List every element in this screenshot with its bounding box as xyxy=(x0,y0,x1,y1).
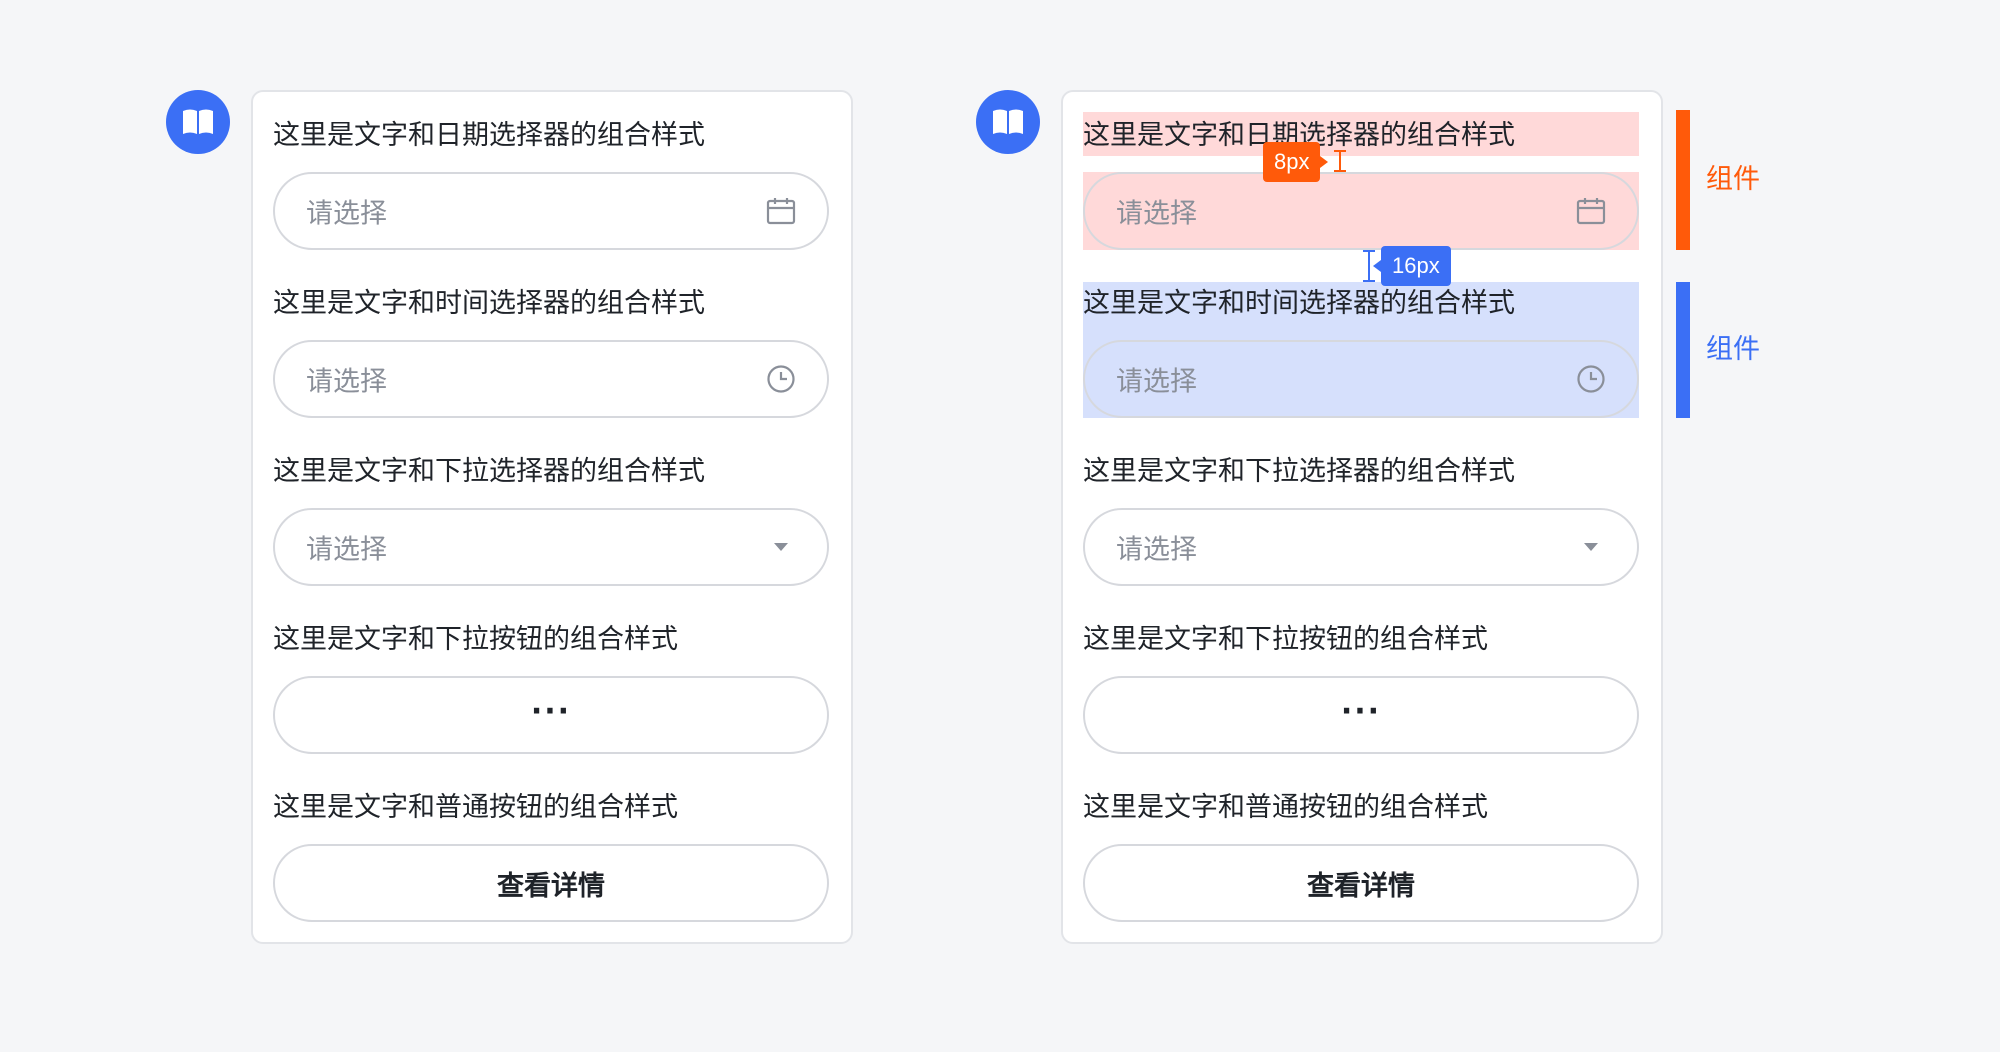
component-label-orange: 组件 xyxy=(1706,164,1760,195)
dropdown-select-placeholder: 请选择 xyxy=(1116,534,1197,566)
time-picker-field[interactable]: 请选择 xyxy=(1083,340,1639,418)
group-label-normal-button: 这里是文字和普通按钮的组合样式 xyxy=(1083,792,1488,823)
book-icon xyxy=(183,109,213,134)
view-details-label: 查看详情 xyxy=(497,870,605,902)
date-picker-field[interactable]: 请选择 xyxy=(1083,172,1639,250)
calendar-icon xyxy=(765,195,797,227)
avatar-book-right xyxy=(976,90,1040,154)
group-label-dropdown-button: 这里是文字和下拉按钮的组合样式 xyxy=(1083,624,1488,655)
caret-down-icon xyxy=(1575,531,1607,563)
spacing-measure-8px xyxy=(1334,150,1346,172)
group-label-dropdown-select: 这里是文字和下拉选择器的组合样式 xyxy=(1083,456,1515,487)
spacing-tag-16px: 16px xyxy=(1373,246,1451,286)
time-picker-placeholder: 请选择 xyxy=(1116,366,1197,398)
date-picker-field[interactable]: 请选择 xyxy=(273,172,829,250)
group-label-dropdown-select: 这里是文字和下拉选择器的组合样式 xyxy=(273,456,705,487)
dropdown-select-field[interactable]: 请选择 xyxy=(273,508,829,586)
form-card-left: 这里是文字和日期选择器的组合样式 请选择 这里是文字和时间选择器的组合样式 请选… xyxy=(251,90,853,944)
group-label-time: 这里是文字和时间选择器的组合样式 xyxy=(273,288,705,319)
component-bar-blue xyxy=(1676,282,1690,418)
time-picker-field[interactable]: 请选择 xyxy=(273,340,829,418)
book-icon xyxy=(993,109,1023,134)
group-label-date: 这里是文字和日期选择器的组合样式 xyxy=(273,120,705,151)
view-details-button[interactable]: 查看详情 xyxy=(1083,844,1639,922)
view-details-label: 查看详情 xyxy=(1307,870,1415,902)
component-bar-orange xyxy=(1676,110,1690,250)
component-label-blue: 组件 xyxy=(1706,334,1760,365)
group-label-dropdown-button: 这里是文字和下拉按钮的组合样式 xyxy=(273,624,678,655)
caret-down-icon xyxy=(765,531,797,563)
dropdown-select-field[interactable]: 请选择 xyxy=(1083,508,1639,586)
form-card-right: 这里是文字和日期选择器的组合样式 请选择 这里是文字和时间选择器的组合样式 请选… xyxy=(1061,90,1663,944)
more-icon: ··· xyxy=(530,693,572,729)
dropdown-more-button[interactable]: ··· xyxy=(1083,676,1639,754)
group-label-time: 这里是文字和时间选择器的组合样式 xyxy=(1083,288,1515,319)
clock-icon xyxy=(1575,363,1607,395)
dropdown-select-placeholder: 请选择 xyxy=(306,534,387,566)
group-label-normal-button: 这里是文字和普通按钮的组合样式 xyxy=(273,792,678,823)
avatar-book-left xyxy=(166,90,230,154)
calendar-icon xyxy=(1575,195,1607,227)
date-picker-placeholder: 请选择 xyxy=(1116,198,1197,230)
dropdown-more-button[interactable]: ··· xyxy=(273,676,829,754)
spacing-tag-8px: 8px xyxy=(1263,142,1330,182)
clock-icon xyxy=(765,363,797,395)
date-picker-placeholder: 请选择 xyxy=(306,198,387,230)
more-icon: ··· xyxy=(1340,693,1382,729)
time-picker-placeholder: 请选择 xyxy=(306,366,387,398)
view-details-button[interactable]: 查看详情 xyxy=(273,844,829,922)
